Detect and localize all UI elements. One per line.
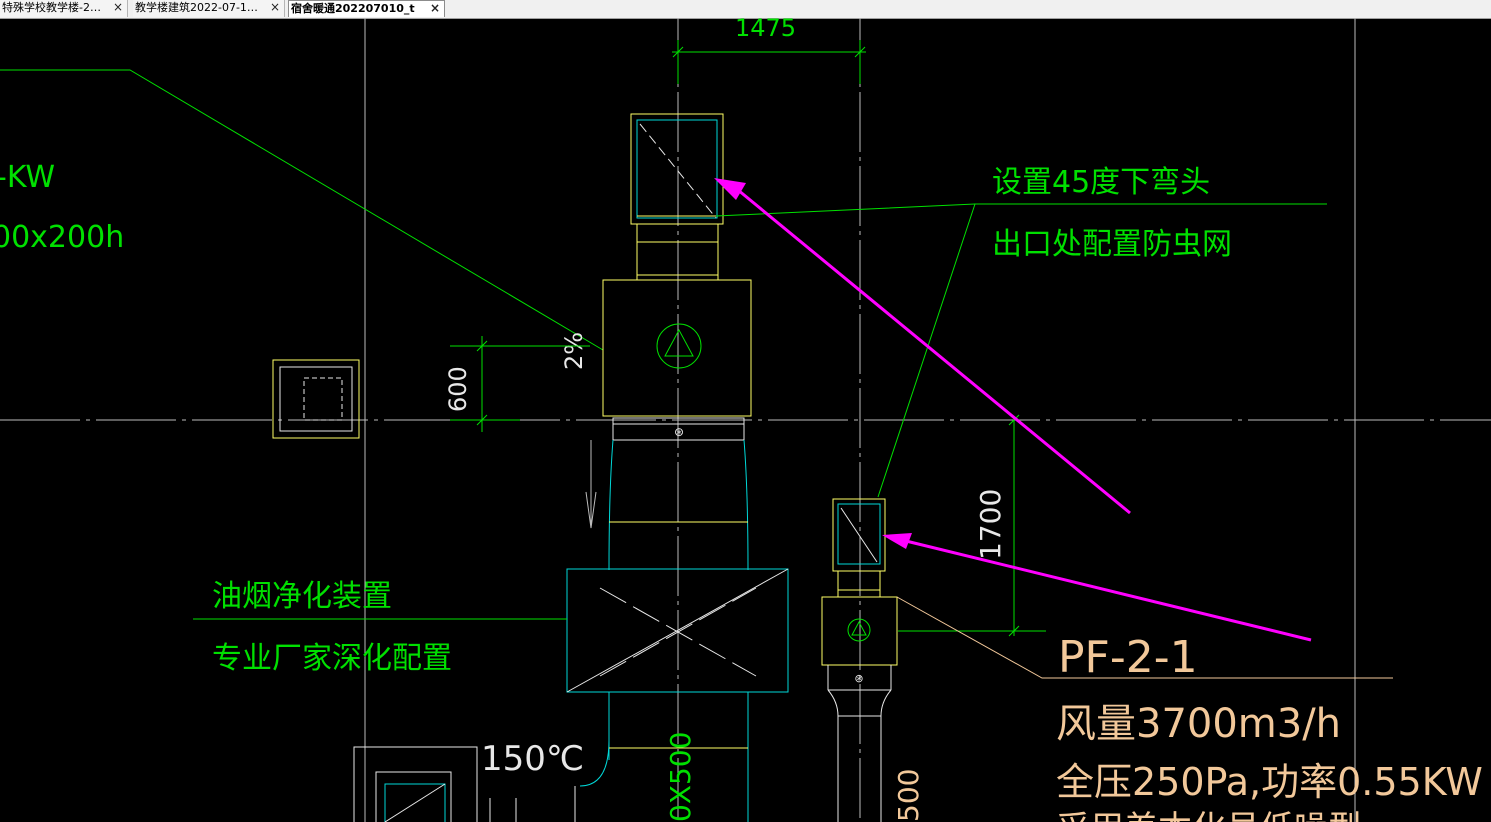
tab-dormitory-hvac[interactable]: 宿舍暖通202207010_t × bbox=[288, 0, 445, 17]
duct-size-label: 500 bbox=[892, 769, 925, 822]
temperature-label: 150℃ bbox=[481, 739, 584, 779]
fan-airflow: 风量3700m3/h bbox=[1056, 701, 1341, 747]
fan-id: PF-2-1 bbox=[1058, 632, 1198, 683]
dimension-text: 1475 bbox=[735, 18, 796, 42]
close-icon[interactable]: × bbox=[430, 1, 440, 16]
fan-pressure-power: 全压250Pa,功率0.55KW bbox=[1056, 760, 1483, 804]
fan-note: 采用差本化号低噪型 bbox=[1056, 809, 1362, 822]
duct-vertical-main bbox=[574, 439, 749, 822]
purifier-label: 油烟净化装置 bbox=[212, 579, 392, 614]
partial-label: -KW bbox=[0, 160, 55, 195]
center-mark-icon: ⊛ bbox=[854, 672, 863, 685]
leader-line bbox=[877, 203, 976, 498]
partial-label: 00x200h bbox=[0, 220, 124, 255]
close-icon[interactable]: × bbox=[270, 0, 280, 15]
leader-line bbox=[715, 203, 1327, 217]
shaft-symbol bbox=[272, 359, 360, 439]
slope-arrow bbox=[585, 440, 597, 529]
leader-line bbox=[0, 69, 604, 351]
dimension-1475 bbox=[672, 40, 866, 84]
elbow-outlet-small bbox=[832, 498, 886, 597]
slope-label: 2% bbox=[560, 332, 588, 370]
duct-size-label: 0X500 bbox=[664, 732, 697, 822]
mesh-note: 出口处配置防虫网 bbox=[992, 227, 1232, 262]
tab-title: 教学楼建筑2022-07-1… bbox=[135, 1, 258, 14]
close-icon[interactable]: × bbox=[113, 0, 123, 15]
elbow-note: 设置45度下弯头 bbox=[992, 165, 1210, 200]
document-tab-bar: 特殊学校教学楼-2… × 教学楼建筑2022-07-1… × 宿舍暖通20220… bbox=[0, 0, 1491, 19]
dimension-text: 600 bbox=[444, 366, 472, 412]
tab-teaching-building-architecture[interactable]: 教学楼建筑2022-07-1… × bbox=[133, 0, 285, 17]
dimension-1700 bbox=[898, 414, 1046, 637]
exhaust-fan-main bbox=[602, 279, 752, 441]
cad-drawing-canvas[interactable]: 1475 -KW 00x200h ⊛ 2% 600 油烟净化装置 专业厂家深化配… bbox=[0, 18, 1491, 822]
purifier-note: 专业厂家深化配置 bbox=[212, 641, 452, 676]
dimension-text: 1700 bbox=[974, 489, 1007, 560]
tab-title: 特殊学校教学楼-2… bbox=[2, 1, 101, 14]
center-mark-icon: ⊛ bbox=[674, 425, 684, 439]
tab-school-teaching-building[interactable]: 特殊学校教学楼-2… × bbox=[0, 0, 128, 17]
tab-title: 宿舍暖通202207010_t bbox=[291, 2, 415, 15]
elbow-outlet-large bbox=[630, 113, 724, 280]
